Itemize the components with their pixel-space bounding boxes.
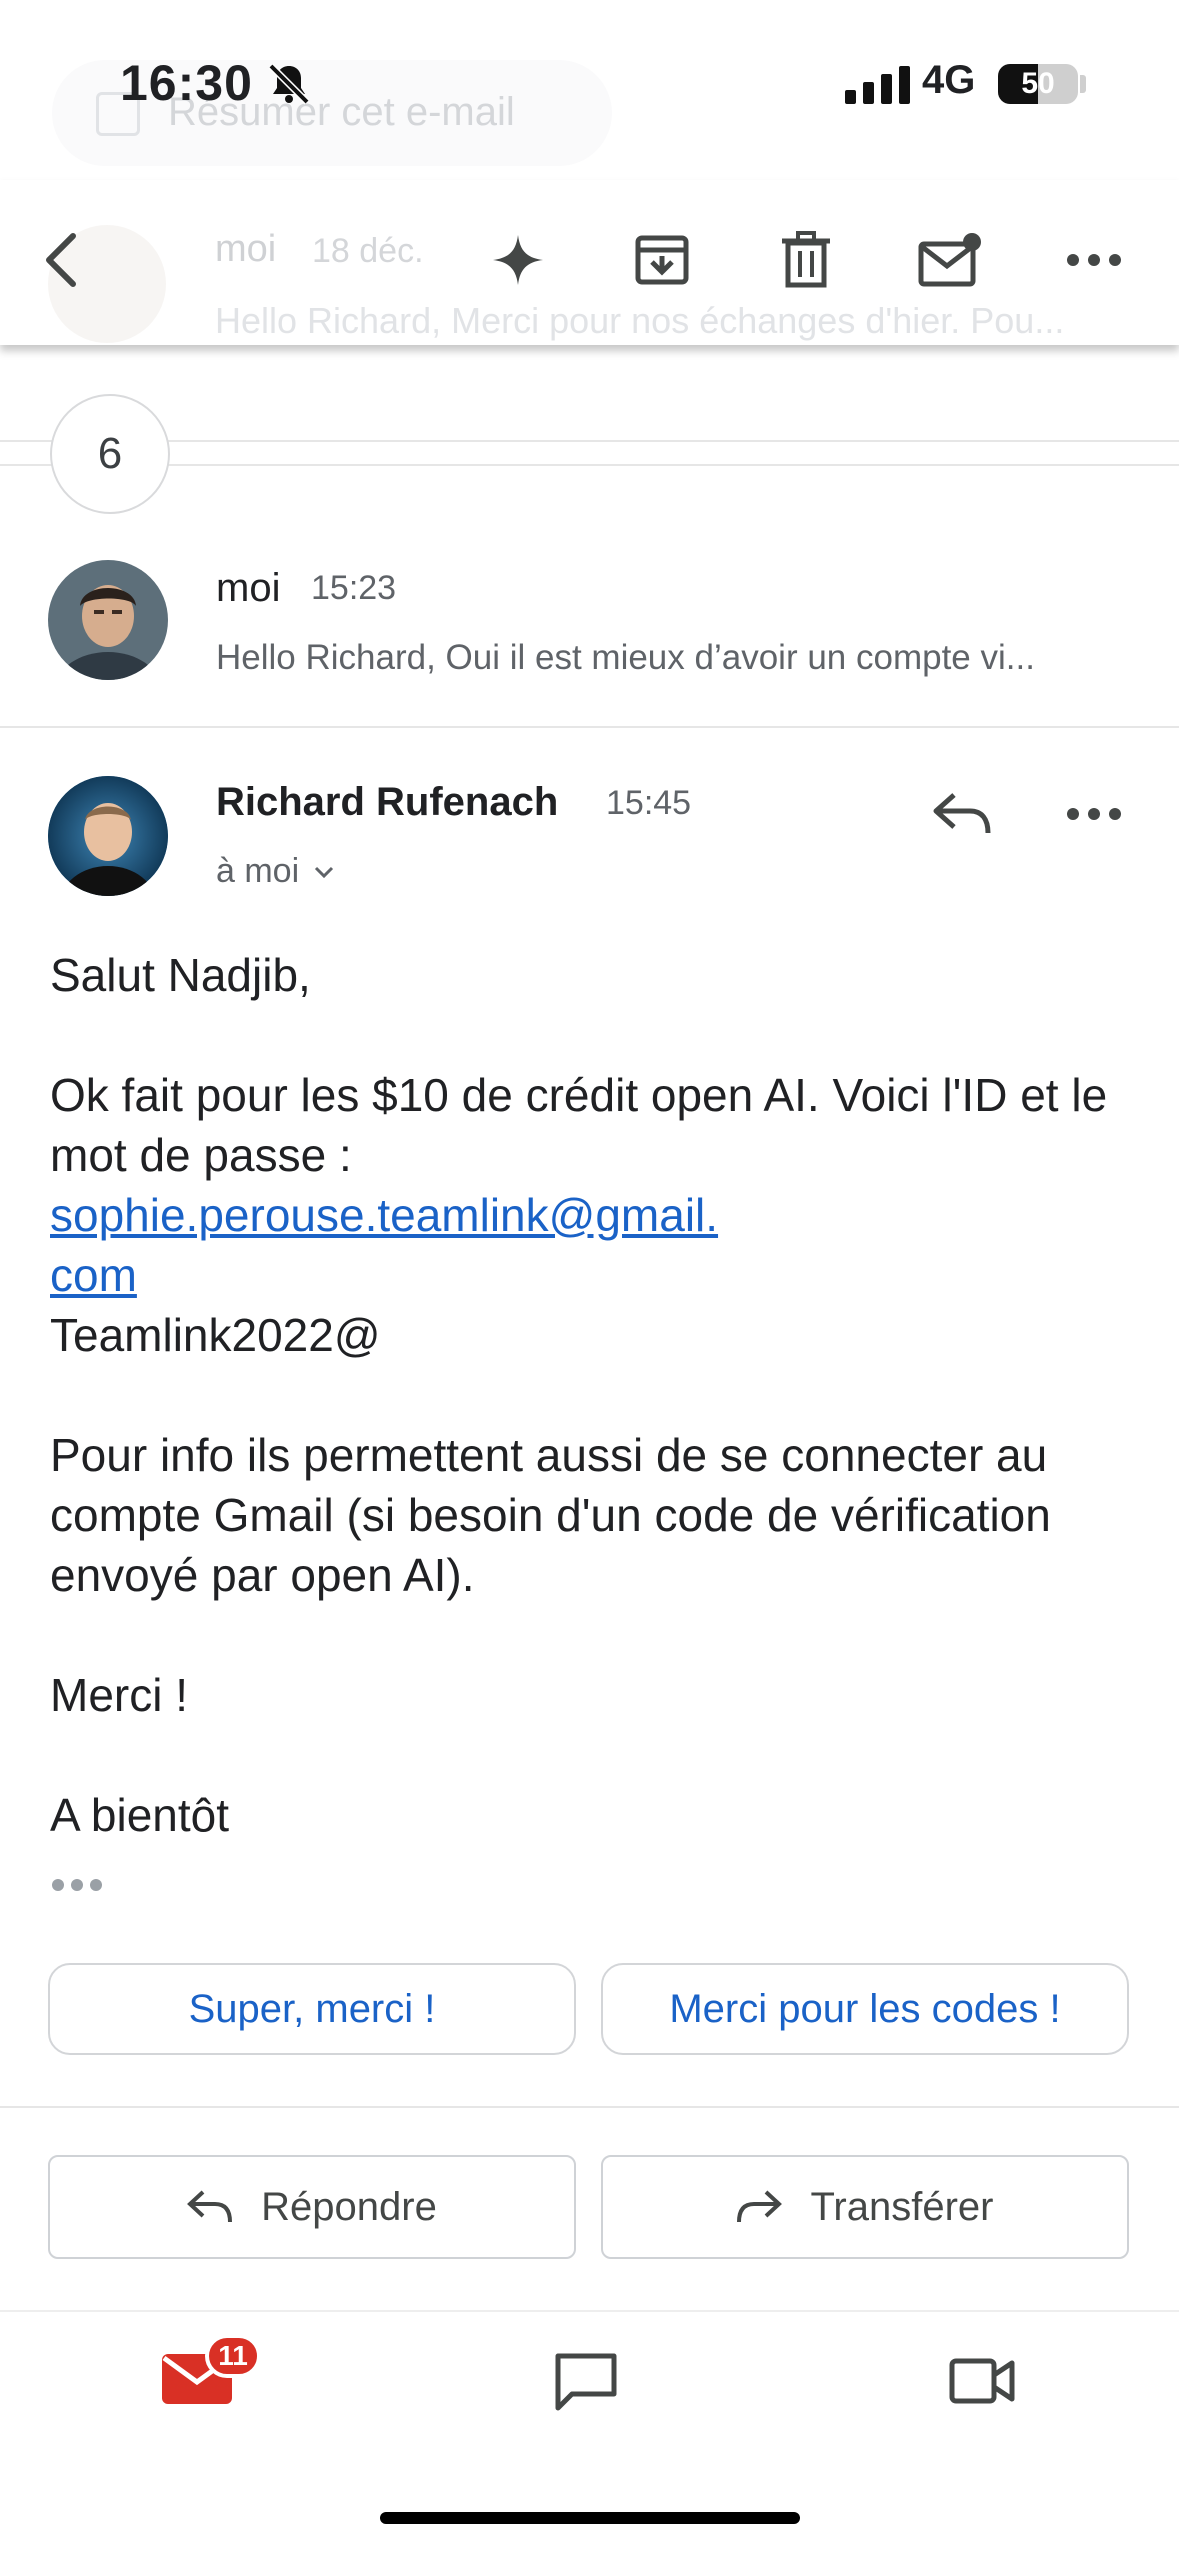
ghost-date: 18 déc. <box>312 232 424 270</box>
mail-badge: 11 <box>205 2334 261 2378</box>
greeting: Salut Nadjib, <box>50 949 311 1001</box>
signal-icon <box>845 66 910 104</box>
ghost-snippet: Hello Richard, Merci pour nos échanges d… <box>215 300 1065 341</box>
prev-time: 15:23 <box>311 569 397 607</box>
ghost-sender: moi <box>215 228 277 270</box>
more-icon[interactable] <box>1062 228 1126 292</box>
sender-name: Richard Rufenach <box>216 780 559 824</box>
message-more-icon[interactable] <box>1062 782 1126 846</box>
archive-icon[interactable] <box>630 228 694 292</box>
meet-tab-icon[interactable] <box>948 2355 1016 2407</box>
back-arrow-icon[interactable] <box>30 228 94 292</box>
email-link-part2[interactable]: com <box>50 1249 137 1301</box>
forward-label: Transférer <box>810 2184 994 2229</box>
recipient-toggle[interactable]: à moi <box>216 852 335 891</box>
avatar <box>48 776 168 896</box>
message-time: 15:45 <box>606 784 692 822</box>
chevron-down-icon <box>315 866 334 878</box>
chat-tab-icon[interactable] <box>552 2350 622 2414</box>
network-type: 4G <box>922 58 976 102</box>
reply-icon[interactable] <box>930 782 994 846</box>
smart-reply-chip[interactable]: Merci pour les codes ! <box>601 1963 1129 2055</box>
battery-level: 50 <box>1021 67 1055 100</box>
message-body: Salut Nadjib, Ok fait pour les $10 de cr… <box>50 945 1130 1845</box>
trash-icon[interactable] <box>774 228 838 292</box>
sparkle-icon[interactable] <box>486 228 550 292</box>
actions-divider <box>0 2106 1179 2108</box>
battery-icon: 50 <box>998 64 1078 104</box>
battery-tip <box>1080 75 1086 93</box>
body-line2: Pour info ils permettent aussi de se con… <box>50 1429 1051 1601</box>
mark-unread-icon[interactable] <box>918 228 982 292</box>
prev-message-row[interactable] <box>0 540 1179 726</box>
home-indicator[interactable] <box>380 2512 800 2524</box>
status-time: 16:30 <box>120 55 253 111</box>
smart-reply-chip[interactable]: Super, merci ! <box>48 1963 576 2055</box>
reply-arrow-icon <box>187 2190 233 2223</box>
email-link-part1[interactable]: sophie.perouse.teamlink@gmail. <box>50 1189 718 1241</box>
reply-label: Répondre <box>261 2184 437 2229</box>
prev-snippet: Hello Richard, Oui il est mieux d’avoir … <box>216 638 1035 677</box>
silent-bell-icon <box>268 63 310 105</box>
forward-button[interactable]: Transférer <box>601 2155 1129 2259</box>
password-text: Teamlink2022@ <box>50 1309 381 1361</box>
closing-text: A bientôt <box>50 1789 230 1841</box>
message-divider <box>0 726 1179 728</box>
collapsed-line-top <box>0 440 1179 442</box>
thanks-text: Merci ! <box>50 1669 188 1721</box>
prev-sender: moi <box>216 566 281 610</box>
recipient-label: à moi <box>216 852 300 890</box>
forward-arrow-icon <box>737 2190 783 2223</box>
collapsed-line-bottom <box>0 464 1179 466</box>
reply-button[interactable]: Répondre <box>48 2155 576 2259</box>
trimmed-content-icon[interactable] <box>50 1875 104 1895</box>
body-line1: Ok fait pour les $10 de crédit open AI. … <box>50 1069 1108 1181</box>
avatar <box>48 560 168 680</box>
collapsed-count[interactable]: 6 <box>50 394 170 514</box>
